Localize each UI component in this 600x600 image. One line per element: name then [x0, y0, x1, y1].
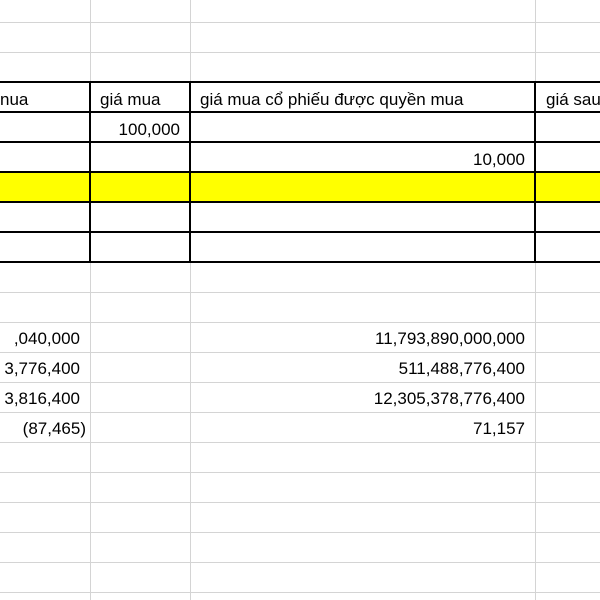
value-cell[interactable]: (87,465)	[0, 419, 86, 439]
row-gridline	[0, 412, 600, 413]
row-gridline	[0, 472, 600, 473]
row-gridline	[0, 592, 600, 593]
row-gridline	[0, 52, 600, 53]
value-cell[interactable]: ,040,000	[0, 329, 80, 349]
row-gridline	[0, 532, 600, 533]
value-cell[interactable]: 3,776,400	[0, 359, 80, 379]
header-cell[interactable]: giá mua cổ phiếu được quyền mua	[200, 90, 464, 110]
row-gridline	[0, 442, 600, 443]
header-cell[interactable]: nua	[0, 90, 28, 110]
table-border	[189, 81, 191, 263]
row-gridline	[0, 352, 600, 353]
price-cell[interactable]: 100,000	[92, 120, 180, 140]
value-cell[interactable]: 12,305,378,776,400	[192, 389, 525, 409]
row-gridline	[0, 292, 600, 293]
value-cell[interactable]: 3,816,400	[0, 389, 80, 409]
header-cell[interactable]: giá sau	[546, 90, 600, 110]
table-border	[534, 81, 536, 263]
row-gridline	[0, 382, 600, 383]
header-cell[interactable]: giá mua	[100, 90, 160, 110]
value-cell[interactable]: 71,157	[192, 419, 525, 439]
table-border	[89, 81, 91, 263]
row-gridline	[0, 562, 600, 563]
rights-price-cell[interactable]: 10,000	[192, 150, 525, 170]
row-gridline	[0, 322, 600, 323]
row-gridline	[0, 502, 600, 503]
value-cell[interactable]: 11,793,890,000,000	[192, 329, 525, 349]
spreadsheet-grid[interactable]: nua giá mua giá mua cổ phiếu được quyền …	[0, 0, 600, 600]
value-cell[interactable]: 511,488,776,400	[192, 359, 525, 379]
row-gridline	[0, 22, 600, 23]
